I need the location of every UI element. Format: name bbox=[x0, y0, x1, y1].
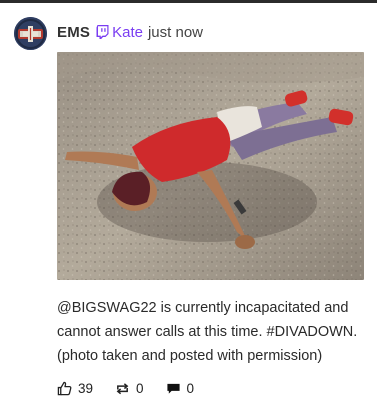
speech-bubble-icon bbox=[166, 383, 180, 394]
streamer-name[interactable]: Kate bbox=[112, 24, 143, 41]
comment-button[interactable]: 0 bbox=[166, 381, 195, 396]
post-photo[interactable] bbox=[57, 52, 364, 280]
repost-arrows-icon bbox=[116, 383, 129, 395]
repost-button[interactable]: 0 bbox=[115, 381, 144, 396]
post-timestamp: just now bbox=[147, 23, 203, 41]
comment-count: 0 bbox=[186, 381, 195, 396]
top-border-bar bbox=[0, 0, 377, 3]
repost-count: 0 bbox=[136, 381, 144, 396]
author-handle[interactable]: EMS bbox=[57, 24, 90, 41]
avatar[interactable] bbox=[14, 17, 47, 50]
twitch-icon bbox=[96, 25, 109, 39]
ems-logo-icon bbox=[14, 17, 47, 50]
post-actions: 39 0 0 bbox=[57, 381, 216, 396]
post-caption: @BIGSWAG22 is currently incapacitated an… bbox=[57, 300, 358, 364]
thumbs-up-icon bbox=[57, 381, 72, 396]
photo-image bbox=[57, 52, 364, 280]
like-count: 39 bbox=[78, 381, 94, 396]
post-header: EMS Kate just now bbox=[57, 22, 203, 42]
like-button[interactable]: 39 bbox=[57, 381, 93, 396]
